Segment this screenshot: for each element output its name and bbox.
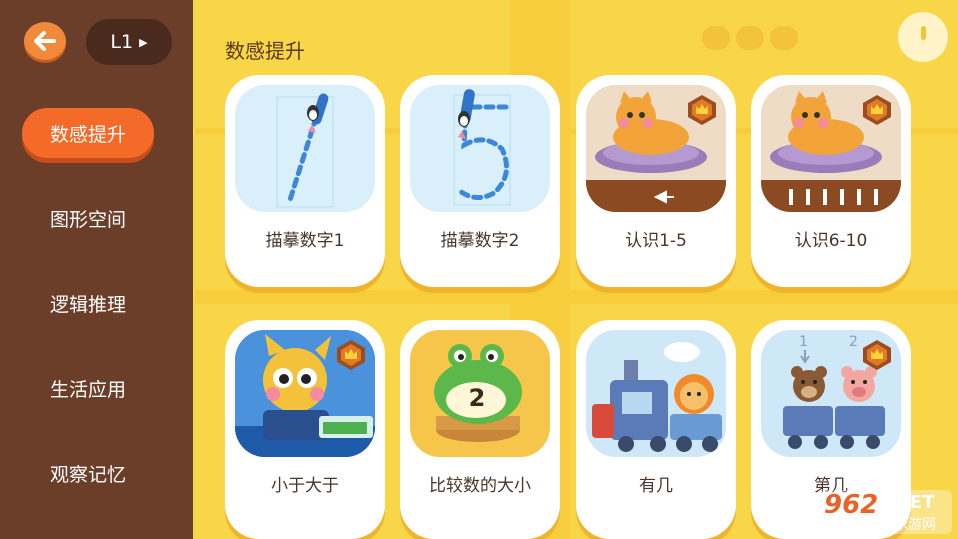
lesson-card-recognize-6-10[interactable]: 认识6-10 <box>751 75 911 287</box>
lesson-label: 描摹数字2 <box>440 231 520 251</box>
lesson-label: 有几 <box>639 476 673 496</box>
nav-item-observation-memory[interactable]: 观察记忆 <box>22 448 154 498</box>
train-lion-icon <box>586 330 726 457</box>
caret-right-icon: ▶ <box>139 35 148 49</box>
clock-decoration-icon <box>898 12 948 62</box>
level-label: L1 <box>110 31 134 53</box>
crown-badge-icon <box>337 340 365 370</box>
lesson-label: 描摹数字1 <box>265 231 345 251</box>
lesson-card-trace-2[interactable]: 描摹数字2 <box>400 75 560 287</box>
level-selector[interactable]: L1 ▶ <box>86 19 172 65</box>
watermark-suffix: .NET <box>888 492 935 513</box>
cat-fish-icon <box>761 85 901 212</box>
crown-badge-icon <box>688 95 716 125</box>
lesson-label: 小于大于 <box>271 476 339 496</box>
watermark-number: 962 <box>824 490 879 520</box>
lesson-card-less-greater[interactable]: 小于大于 <box>225 320 385 539</box>
decorative-dots <box>702 26 798 50</box>
back-button[interactable] <box>24 22 66 60</box>
cat-fish-icon <box>586 85 726 212</box>
frog-number-icon: 2 <box>410 330 550 457</box>
sidebar: L1 ▶ 数感提升 图形空间 逻辑推理 生活应用 观察记忆 <box>0 0 193 539</box>
nav-item-logic[interactable]: 逻辑推理 <box>22 278 154 328</box>
lesson-label: 认识6-10 <box>794 231 868 251</box>
watermark-text: 乐游网 <box>894 517 936 533</box>
nav-item-shape-space[interactable]: 图形空间 <box>22 193 154 243</box>
position-number-2: 2 <box>849 334 858 350</box>
lesson-card-trace-1[interactable]: 描摹数字1 <box>225 75 385 287</box>
lesson-card-recognize-1-5[interactable]: 认识1-5 <box>576 75 736 287</box>
arrow-left-icon <box>34 31 56 51</box>
crown-badge-icon <box>863 95 891 125</box>
lesson-label: 认识1-5 <box>625 231 687 251</box>
nav-item-number-sense[interactable]: 数感提升 <box>22 108 154 158</box>
trace-number-one-icon <box>235 85 375 212</box>
frog-number: 2 <box>468 384 486 412</box>
train-bears-icon: 1 2 <box>761 330 901 457</box>
crown-badge-icon <box>863 340 891 370</box>
position-number-1: 1 <box>799 334 808 350</box>
watermark-logo: 962 .NET 乐游网 <box>818 490 952 534</box>
trace-number-five-icon <box>410 85 550 212</box>
nav-item-life-application[interactable]: 生活应用 <box>22 363 154 413</box>
background-stripe <box>195 290 958 304</box>
lesson-card-how-many[interactable]: 有几 <box>576 320 736 539</box>
section-title: 数感提升 <box>225 39 305 63</box>
fox-scale-icon <box>235 330 375 457</box>
lesson-label: 比较数的大小 <box>429 476 531 496</box>
lesson-card-compare-numbers[interactable]: 2 比较数的大小 <box>400 320 560 539</box>
